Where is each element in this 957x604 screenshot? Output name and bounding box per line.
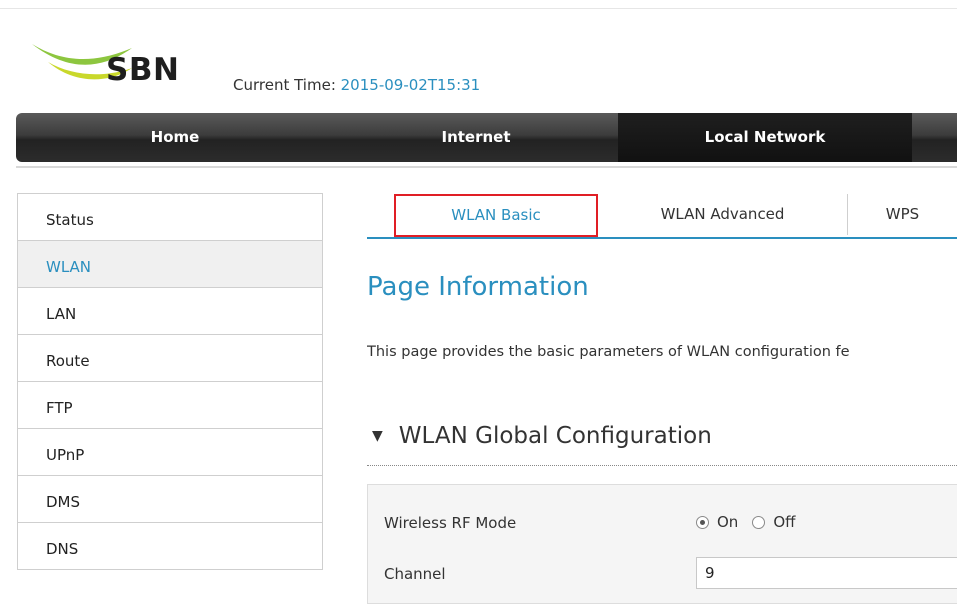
rf-mode-on-label: On [717, 513, 739, 531]
tab-wlan-advanced[interactable]: WLAN Advanced [598, 194, 848, 235]
channel-label: Channel [384, 565, 446, 583]
section-title: WLAN Global Configuration [398, 423, 712, 449]
section-divider [367, 465, 957, 466]
sub-tabs: WLAN Basic WLAN Advanced WPS [367, 194, 957, 239]
main-navigation: Home Internet Local Network [16, 113, 957, 162]
sidebar-item-lan[interactable]: LAN [18, 288, 322, 335]
rf-mode-label: Wireless RF Mode [384, 514, 517, 532]
sidebar: Status WLAN LAN Route FTP UPnP DMS DNS [17, 193, 323, 570]
section-header[interactable]: ▼ WLAN Global Configuration [372, 423, 712, 449]
sidebar-item-route[interactable]: Route [18, 335, 322, 382]
sidebar-item-dns[interactable]: DNS [18, 523, 322, 570]
page-title: Page Information [367, 272, 589, 302]
rf-mode-radio-group: On Off [696, 513, 809, 531]
logo-text: SBN [106, 52, 180, 88]
rf-mode-off-label: Off [773, 513, 796, 531]
collapse-triangle-icon[interactable]: ▼ [372, 428, 383, 444]
sidebar-item-ftp[interactable]: FTP [18, 382, 322, 429]
nav-local-network[interactable]: Local Network [618, 113, 912, 162]
rf-mode-on-radio[interactable] [696, 515, 709, 529]
current-time-value: 2015-09-02T15:31 [340, 76, 481, 94]
page-description: This page provides the basic parameters … [367, 344, 850, 360]
nav-divider [16, 166, 957, 168]
sidebar-item-upnp[interactable]: UPnP [18, 429, 322, 476]
channel-input[interactable] [696, 557, 957, 589]
rf-mode-off-radio[interactable] [752, 515, 766, 529]
sidebar-item-dms[interactable]: DMS [18, 476, 322, 523]
tab-wlan-basic[interactable]: WLAN Basic [394, 194, 598, 237]
sidebar-item-status[interactable]: Status [18, 194, 322, 241]
nav-home[interactable]: Home [16, 113, 334, 162]
current-time-label: Current Time: [233, 76, 341, 94]
current-time: Current Time: 2015-09-02T15:31 [233, 76, 480, 94]
nav-internet[interactable]: Internet [334, 113, 618, 162]
tab-wps[interactable]: WPS [848, 194, 957, 235]
sidebar-item-wlan[interactable]: WLAN [18, 241, 322, 288]
top-border [0, 8, 957, 9]
